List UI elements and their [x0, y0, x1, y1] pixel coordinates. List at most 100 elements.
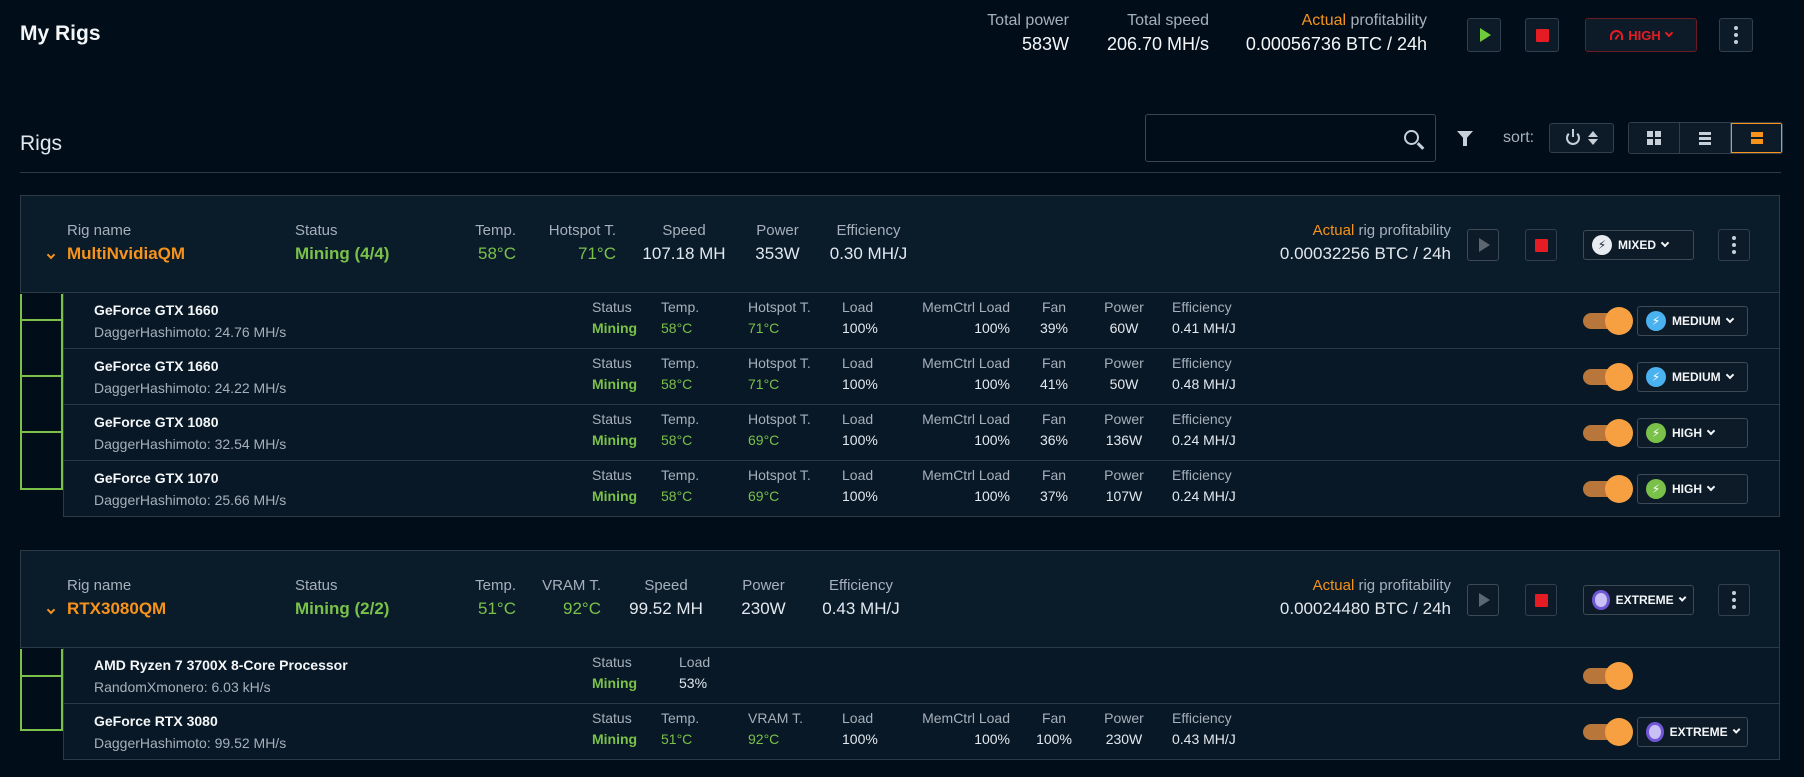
search-icon[interactable] — [1404, 130, 1419, 145]
search-box — [1145, 114, 1436, 162]
header-menu-button[interactable] — [1719, 18, 1753, 52]
list-view-button[interactable] — [1680, 123, 1731, 153]
load-label: Load — [842, 355, 874, 371]
stop-icon — [1535, 28, 1549, 42]
device-load-col: Load 53% — [679, 654, 710, 691]
rig-menu-button[interactable] — [1718, 229, 1750, 261]
collapse-icon[interactable] — [46, 245, 56, 263]
rig-efficiency: 0.30 MH/J — [829, 244, 908, 263]
load-label: Load — [842, 411, 874, 427]
device-toggle[interactable] — [1583, 662, 1633, 690]
memctrl-label: MemCtrl Load — [922, 411, 1010, 427]
rig-name[interactable]: MultiNvidiaQM — [67, 244, 185, 264]
device-fan: 100% — [1036, 731, 1072, 747]
device-toggle[interactable] — [1583, 363, 1633, 391]
lightning-icon: ⚡ — [1646, 367, 1666, 387]
sort-button[interactable] — [1549, 123, 1614, 153]
status-label: Status — [592, 467, 632, 483]
efficiency-label: Efficiency — [1172, 411, 1232, 427]
fan-label: Fan — [1041, 467, 1067, 483]
device-mode-dropdown[interactable]: EXTREME — [1637, 717, 1748, 747]
chevron-down-icon — [1725, 370, 1734, 380]
grid-view-button[interactable] — [1629, 123, 1680, 153]
vram-label: VRAM T. — [748, 710, 803, 726]
actual-label: Actual — [1312, 577, 1355, 594]
device-fan: 39% — [1039, 320, 1069, 336]
device-mode-dropdown[interactable]: ⚡ HIGH — [1637, 418, 1748, 448]
total-power-stat: Total power 583W — [987, 12, 1069, 55]
lightning-icon: ⚡ — [1646, 479, 1666, 499]
device-name: GeForce GTX 1660 — [94, 358, 219, 374]
device-status-col: Status Mining — [592, 467, 637, 504]
device-load: 100% — [842, 432, 878, 448]
device-algo: RandomXmonero: 6.03 kH/s — [94, 679, 271, 695]
temp-label: Temp. — [661, 710, 700, 726]
rig-stop-button[interactable] — [1525, 584, 1557, 616]
device-name: GeForce GTX 1080 — [94, 414, 219, 430]
rig-menu-button[interactable] — [1718, 584, 1750, 616]
rig-name[interactable]: RTX3080QM — [67, 599, 166, 619]
stop-all-button[interactable] — [1525, 18, 1559, 52]
rig-mode-label: EXTREME — [1615, 593, 1674, 607]
device-algo: DaggerHashimoto: 32.54 MH/s — [94, 436, 287, 452]
status-label: Status — [592, 654, 632, 670]
rig-efficiency-col: Efficiency 0.43 MH/J — [796, 577, 926, 619]
rows-view-button[interactable] — [1731, 123, 1782, 153]
rig-status: Mining (2/2) — [295, 599, 390, 618]
device-temp: 51°C — [661, 731, 693, 747]
load-label: Load — [842, 467, 874, 483]
temp-label: Temp. — [475, 577, 516, 594]
device-efficiency: 0.41 MH/J — [1172, 320, 1236, 336]
device-toggle[interactable] — [1583, 419, 1633, 447]
rig-mode-dropdown[interactable]: EXTREME — [1583, 585, 1694, 615]
search-input[interactable] — [1146, 115, 1386, 161]
rig-status-col: Status Mining (4/4) — [295, 222, 389, 264]
rig-name-col: Rig name MultiNvidiaQM — [67, 222, 185, 264]
memctrl-label: MemCtrl Load — [922, 355, 1010, 371]
vram-label: VRAM T. — [542, 577, 601, 594]
device-temp-col: Temp. 58°C — [661, 467, 699, 504]
device-row: GeForce GTX 1080 DaggerHashimoto: 32.54 … — [63, 405, 1780, 461]
device-load: 100% — [842, 376, 878, 392]
rig-temp-col: Temp. 58°C — [456, 222, 516, 264]
device-mode-dropdown[interactable]: ⚡ MEDIUM — [1637, 306, 1748, 336]
efficiency-label: Efficiency — [836, 222, 901, 239]
device-vram-col: VRAM T. 92°C — [748, 710, 803, 747]
chevron-down-icon — [1706, 426, 1716, 436]
rig-start-button[interactable] — [1467, 229, 1499, 261]
rig-card: Rig name RTX3080QM Status Mining (2/2) T… — [20, 550, 1780, 760]
device-toggle[interactable] — [1583, 475, 1633, 503]
rig-status: Mining (4/4) — [295, 244, 390, 263]
rig-mode-dropdown[interactable]: ⚡ MIXED — [1583, 230, 1694, 260]
device-temp: 58°C — [661, 320, 693, 336]
device-toggle[interactable] — [1583, 307, 1633, 335]
rig-efficiency-col: Efficiency 0.30 MH/J — [811, 222, 926, 264]
rig-profitability-label: rig profitability — [1354, 222, 1451, 239]
hotspot-label: Hotspot T. — [748, 355, 811, 371]
collapse-icon[interactable] — [46, 600, 56, 618]
device-mode-dropdown[interactable]: ⚡ HIGH — [1637, 474, 1748, 504]
sort-label: sort: — [1503, 129, 1535, 146]
speed-label: Speed — [644, 577, 688, 594]
device-name: GeForce GTX 1070 — [94, 470, 219, 486]
device-load-col: Load 100% — [842, 710, 878, 747]
device-toggle[interactable] — [1583, 718, 1633, 746]
global-mode-dropdown[interactable]: HIGH — [1585, 18, 1697, 52]
global-mode-label: HIGH — [1628, 27, 1661, 43]
rig-temp-col: Temp. 51°C — [456, 577, 516, 619]
device-temp-col: Temp. 58°C — [661, 355, 699, 392]
rig-efficiency: 0.43 MH/J — [822, 599, 900, 618]
status-label: Status — [592, 355, 632, 371]
filter-icon[interactable] — [1457, 131, 1473, 146]
kebab-icon — [1732, 591, 1736, 609]
device-mode-dropdown[interactable]: ⚡ MEDIUM — [1637, 362, 1748, 392]
rig-stop-button[interactable] — [1525, 229, 1557, 261]
play-icon — [1479, 593, 1490, 607]
rig-status-col: Status Mining (2/2) — [295, 577, 389, 619]
efficiency-label: Efficiency — [1172, 355, 1232, 371]
lightning-icon: ⚡ — [1646, 423, 1666, 443]
start-all-button[interactable] — [1467, 18, 1501, 52]
extreme-icon — [1646, 722, 1664, 742]
actual-label: Actual — [1312, 222, 1355, 239]
rig-start-button[interactable] — [1467, 584, 1499, 616]
